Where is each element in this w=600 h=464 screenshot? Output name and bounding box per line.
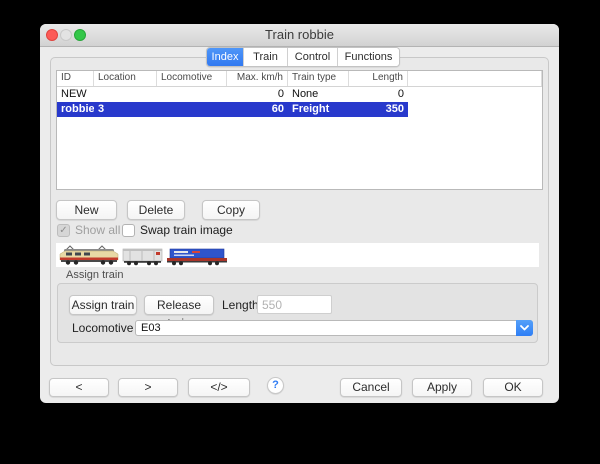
- release-train-button[interactable]: Release train: [144, 295, 214, 315]
- cell-location: 3: [94, 102, 157, 117]
- cell-id: robbie: [57, 102, 94, 117]
- cell-id: NEW: [57, 87, 94, 102]
- table-row-robbie-selected[interactable]: robbie 3 60 Freight 350: [57, 102, 542, 117]
- forward-button[interactable]: >: [118, 378, 178, 397]
- show-all-label: Show all: [75, 223, 120, 237]
- cancel-button[interactable]: Cancel: [340, 378, 402, 397]
- tab-bar: Index Train Control Functions: [206, 47, 400, 67]
- copy-button[interactable]: Copy: [202, 200, 260, 220]
- help-button[interactable]: ?: [267, 377, 284, 394]
- locomotive-label: Locomotive: [72, 321, 133, 335]
- chevron-down-icon: [520, 325, 529, 331]
- col-header-filler: [408, 71, 542, 86]
- table-header: ID Location Locomotive Max. km/h Train t…: [57, 71, 542, 87]
- col-header-location[interactable]: Location: [94, 71, 157, 86]
- tab-train[interactable]: Train: [243, 48, 287, 66]
- locomotive-combobox-value: E03: [141, 321, 161, 335]
- cell-locomotive: [157, 102, 227, 117]
- cell-max-kmh: 0: [227, 87, 288, 102]
- swap-train-image-checkbox-row: Swap train image: [122, 223, 233, 237]
- back-button[interactable]: <: [49, 378, 109, 397]
- screenshot: Train robbie Index Train Control Functio…: [0, 0, 600, 464]
- swap-train-image-checkbox[interactable]: [122, 224, 135, 237]
- col-header-locomotive[interactable]: Locomotive: [157, 71, 227, 86]
- tab-functions[interactable]: Functions: [337, 48, 399, 66]
- locomotive-icon: [60, 246, 118, 265]
- window-title: Train robbie: [40, 24, 559, 46]
- col-header-length[interactable]: Length: [349, 71, 408, 86]
- titlebar[interactable]: Train robbie: [40, 24, 559, 47]
- col-header-id[interactable]: ID: [57, 71, 94, 86]
- cell-train-type: None: [288, 87, 349, 102]
- ok-button[interactable]: OK: [483, 378, 543, 397]
- show-all-checkbox[interactable]: ✓: [57, 224, 70, 237]
- col-header-max-kmh[interactable]: Max. km/h: [227, 71, 288, 86]
- assign-train-group-label: Assign train: [66, 269, 123, 281]
- train-image: [58, 244, 236, 266]
- new-button[interactable]: New: [56, 200, 117, 220]
- train-list-table[interactable]: ID Location Locomotive Max. km/h Train t…: [56, 70, 543, 190]
- swap-train-image-label: Swap train image: [140, 223, 233, 237]
- assign-train-group: Assign train Release train Length Locomo…: [57, 283, 538, 343]
- cell-length: 350: [349, 102, 408, 117]
- tab-index[interactable]: Index: [207, 48, 243, 66]
- show-all-checkbox-row: ✓ Show all: [57, 223, 120, 237]
- assign-train-button[interactable]: Assign train: [69, 295, 137, 315]
- cell-filler: [408, 87, 542, 102]
- train-preview-strip: [56, 243, 539, 267]
- tab-control[interactable]: Control: [287, 48, 337, 66]
- cell-locomotive: [157, 87, 227, 102]
- combobox-dropdown-button[interactable]: [516, 320, 533, 336]
- train-dialog-window: Train robbie Index Train Control Functio…: [40, 24, 559, 403]
- cell-filler: [408, 102, 542, 117]
- table-row-new[interactable]: NEW 0 None 0: [57, 87, 542, 102]
- cell-location: [94, 87, 157, 102]
- cell-train-type: Freight: [288, 102, 349, 117]
- delete-button[interactable]: Delete: [127, 200, 185, 220]
- length-input[interactable]: [257, 295, 332, 314]
- length-label: Length: [222, 298, 259, 312]
- code-button[interactable]: </>: [188, 378, 250, 397]
- flatcar-container-icon: [167, 249, 227, 265]
- cell-max-kmh: 60: [227, 102, 288, 117]
- locomotive-combobox[interactable]: E03: [135, 320, 533, 336]
- apply-button[interactable]: Apply: [412, 378, 472, 397]
- cell-length: 0: [349, 87, 408, 102]
- boxcar-icon: [123, 249, 162, 265]
- check-icon: ✓: [59, 225, 67, 236]
- col-header-train-type[interactable]: Train type: [288, 71, 349, 86]
